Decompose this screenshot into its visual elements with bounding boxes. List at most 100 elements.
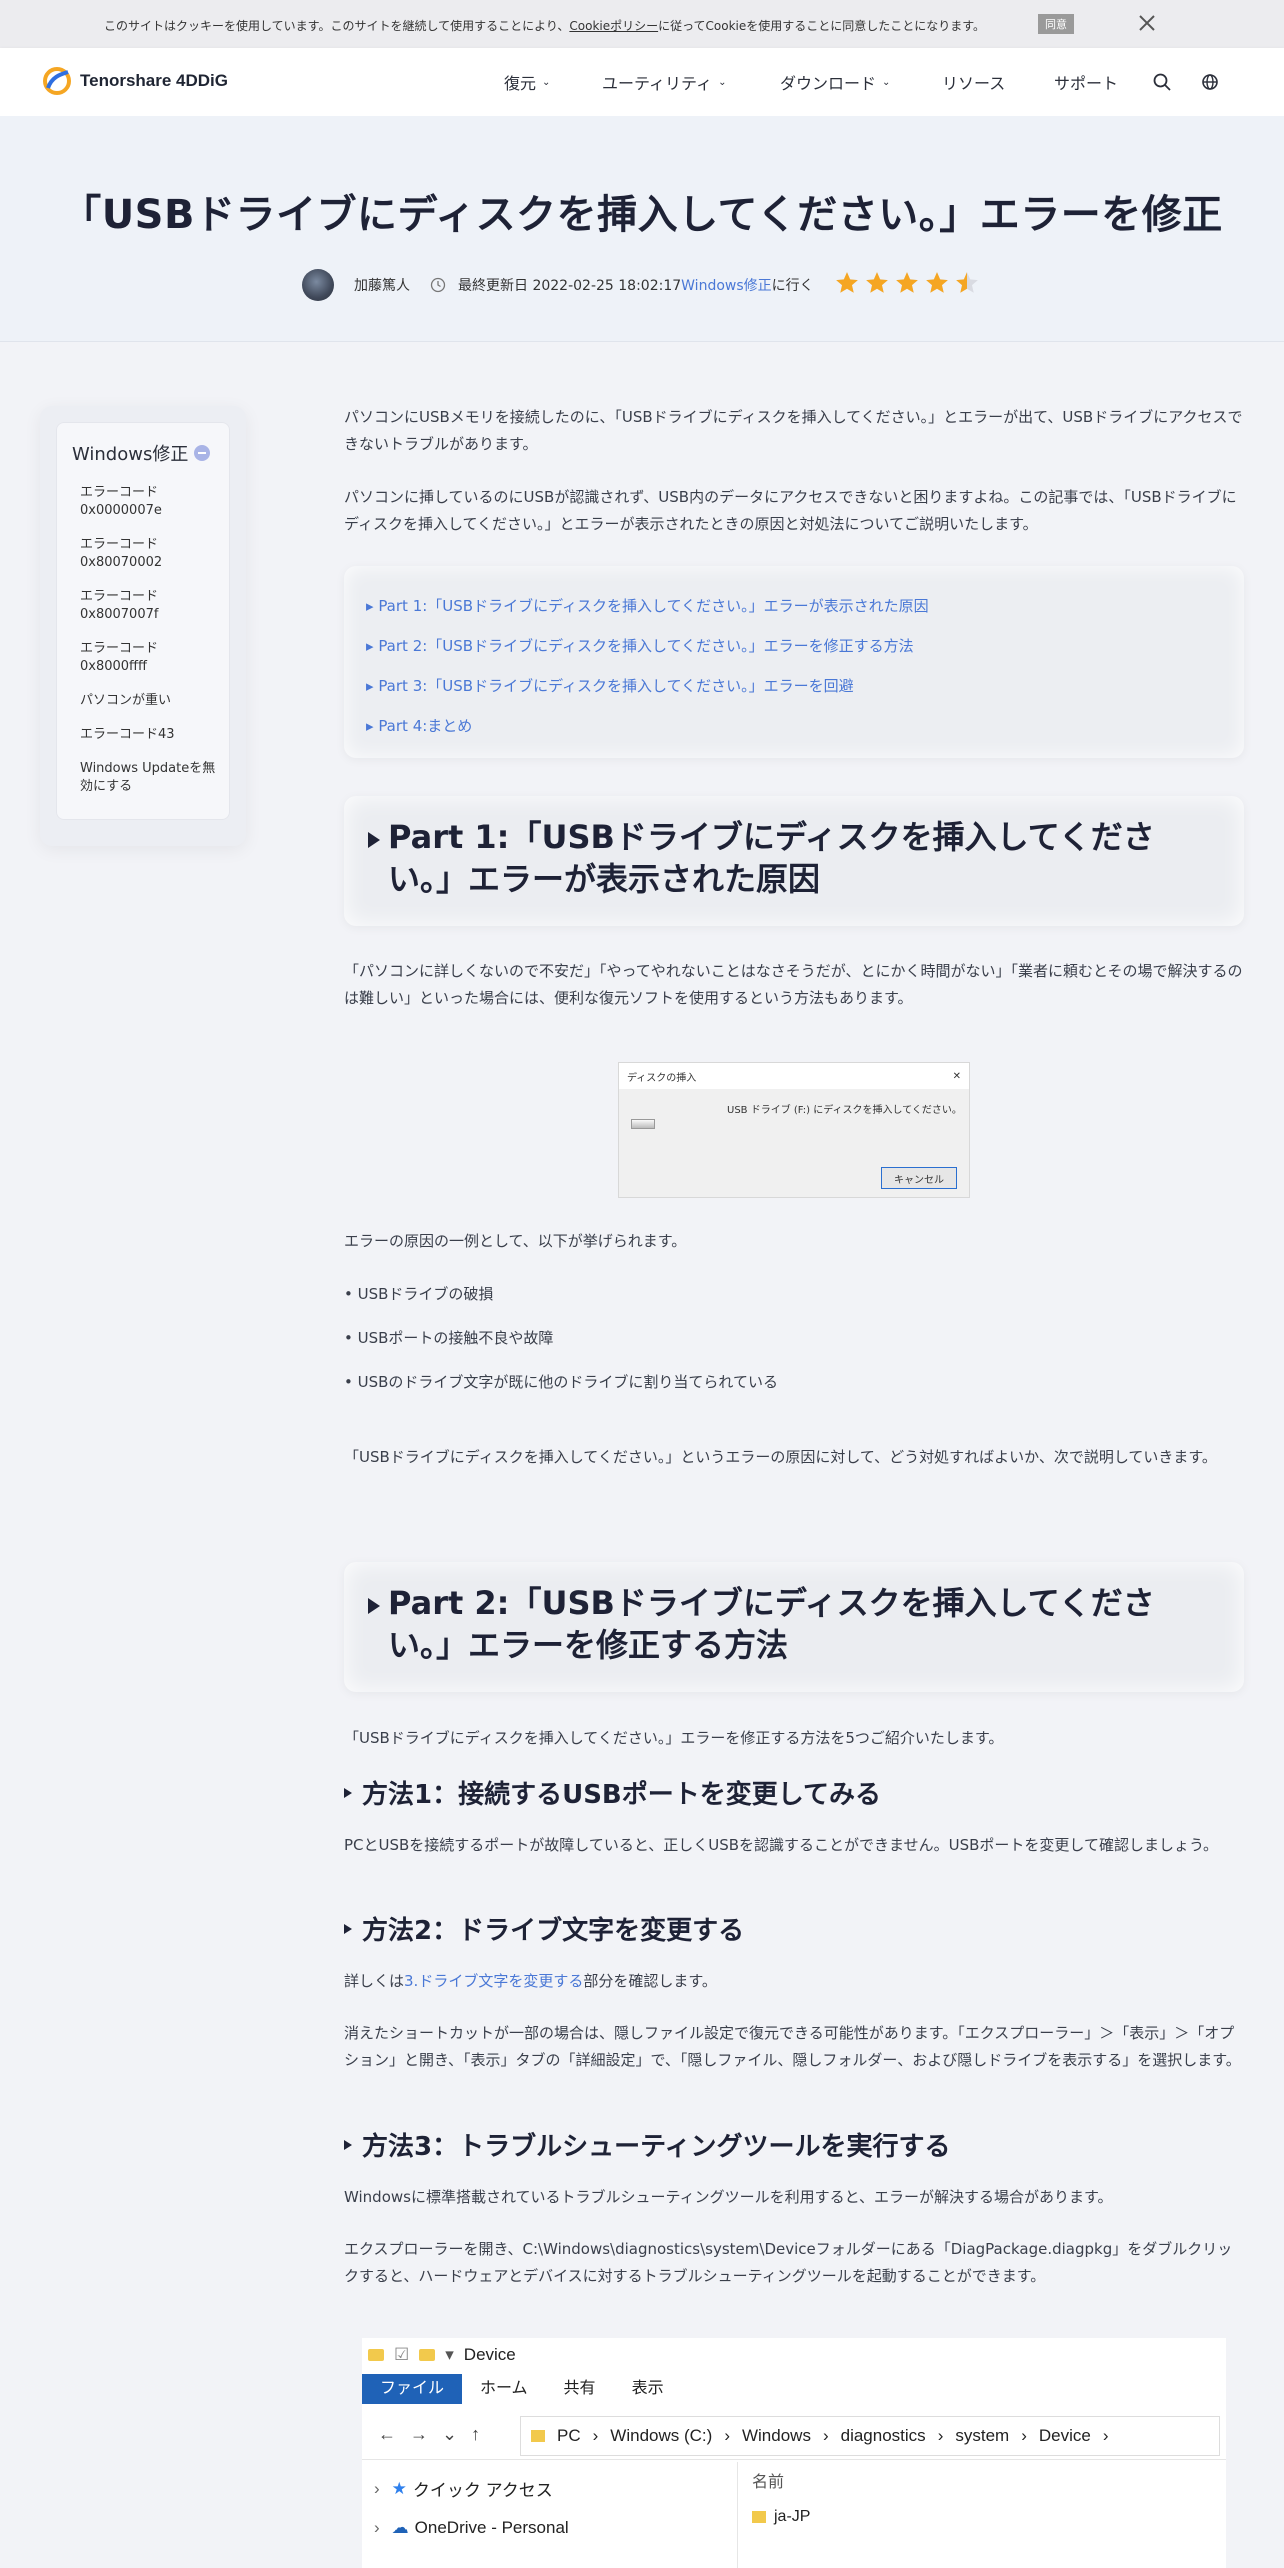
sidebar-item[interactable]: エラーコード43 (80, 726, 220, 744)
sidebar-title[interactable]: Windows修正 (72, 440, 211, 466)
star-icon[interactable] (834, 270, 860, 296)
drive-letter-link[interactable]: 3.ドライブ文字を変更する (404, 1972, 583, 1990)
usb-drive-icon (631, 1119, 655, 1129)
cause-list: USBドライブの破損 USBポートの接触不良や故障 USBのドライブ文字が既に他… (344, 1272, 778, 1404)
sidebar-item[interactable]: エラーコード0x0000007e (80, 484, 220, 520)
list-item: USBのドライブ文字が既に他のドライブに割り当てられている (344, 1360, 778, 1404)
list-item: ja-JP (752, 2508, 810, 2526)
explorer-screenshot: ☑ ▾ Device ファイル ホーム 共有 表示 ←→⌄↑ PC › Windo… (362, 2338, 1226, 2568)
part1-heading: Part 1:「USBドライブにディスクを挿入してください。」エラーが表示された… (388, 818, 1155, 898)
triangle-icon (344, 1923, 352, 1934)
dropdown-icon: ▾ (445, 2345, 454, 2364)
part2-heading: Part 2:「USBドライブにディスクを挿入してください。」エラーを修正する方… (388, 1584, 1155, 1664)
triangle-icon (368, 1598, 380, 1614)
method2-paragraph: 消えたショートカットが一部の場合は、隠しファイル設定で復元できる可能性があります… (344, 2024, 1241, 2069)
close-icon: ✕ (952, 1070, 961, 1082)
method1-heading: 方法1：接続するUSBポートを変更してみる (344, 1774, 881, 1811)
intro-paragraph: パソコンに挿しているのにUSBが認識されず、USB内のデータにアクセスできないと… (344, 488, 1237, 533)
cookie-bar: このサイトはクッキーを使用しています。このサイトを継続して使用することにより、C… (0, 0, 1284, 48)
part1-paragraph: エラーの原因の一例として、以下が挙げられます。 (344, 1232, 687, 1250)
explorer-file-list: 名前 ja-JP (752, 2462, 810, 2526)
address-path: PC › Windows (C:) › Windows › diagnostics › … (520, 2416, 1220, 2456)
sidebar-item[interactable]: エラーコード0x8007007f (80, 588, 220, 624)
part2-paragraph: 「USBドライブにディスクを挿入してください。」エラーを修正する方法を5つご紹介… (344, 1729, 1004, 1747)
part2-heading-box: Part 2:「USBドライブにディスクを挿入してください。」エラーを修正する方… (344, 1562, 1244, 1692)
method3-heading: 方法3：トラブルシューティングツールを実行する (344, 2126, 951, 2163)
star-icon[interactable] (924, 270, 950, 296)
cloud-icon: ☁ (391, 2518, 409, 2537)
star-icon[interactable] (864, 270, 890, 296)
nav-arrows-icon: ←→⌄↑ (378, 2424, 495, 2444)
sidebar-item[interactable]: パソコンが重い (80, 692, 220, 710)
tab-home: ホーム (480, 2380, 528, 2397)
collapse-icon[interactable] (194, 445, 211, 461)
article-meta: 加藤篤人 最終更新日 2022-02-25 18:02:17 Windows修正… (302, 268, 814, 302)
onedrive-item: › ☁ OneDrive - Personal (374, 2518, 569, 2537)
intro-paragraph: パソコンにUSBメモリを接続したのに、「USBドライブにディスクを挿入してくださ… (344, 408, 1243, 453)
category-link[interactable]: Windows修正 (681, 275, 772, 295)
chevron-down-icon: ⌄ (542, 76, 551, 88)
table-of-contents: Part 1:「USBドライブにディスクを挿入してください。」エラーが表示された… (344, 566, 1244, 758)
folder-icon (752, 2511, 766, 2523)
explorer-address-bar: ←→⌄↑ PC › Windows (C:) › Windows › diagnost… (362, 2410, 1226, 2460)
star-icon[interactable] (954, 270, 980, 296)
triangle-icon (344, 1787, 352, 1798)
column-header: 名前 (752, 2474, 785, 2491)
chevron-down-icon: ⌄ (718, 76, 727, 88)
explorer-ribbon-tabs: ファイル ホーム 共有 表示 (362, 2374, 682, 2404)
method1-paragraph: PCとUSBを接続するポートが故障していると、正しくUSBを認識することができま… (344, 1836, 1219, 1854)
clock-icon (430, 277, 446, 293)
page-title: 「USBドライブにディスクを挿入してください。」エラーを修正 (61, 192, 1223, 238)
sidebar-item[interactable]: エラーコード0x80070002 (80, 536, 220, 572)
nav-download[interactable]: ダウンロード ⌄ (780, 48, 890, 116)
tab-file: ファイル (362, 2374, 463, 2404)
toc-link[interactable]: Part 3:「USBドライブにディスクを挿入してください。」エラーを回避 (366, 666, 1244, 706)
dialog-titlebar: ディスクの挿入 ✕ (619, 1063, 969, 1089)
brand-name: Tenorshare 4DDiG (80, 71, 229, 90)
nav-recovery[interactable]: 復元 ⌄ (504, 48, 550, 116)
folder-icon (368, 2349, 384, 2361)
cookie-policy-link[interactable]: Cookieポリシー (569, 19, 658, 33)
sidebar-item[interactable]: エラーコード0x8000ffff (80, 640, 220, 676)
cookie-agree-button[interactable]: 同意 (1038, 14, 1074, 34)
sidebar-item[interactable]: Windows Updateを無効にする (80, 760, 220, 796)
star-icon[interactable] (894, 270, 920, 296)
brand-logo-icon (43, 67, 71, 95)
quick-access-item: › ★ クイック アクセス (374, 2478, 553, 2501)
logo[interactable]: Tenorshare 4DDiG (42, 66, 228, 96)
part1-paragraph: 「パソコンに詳しくないので不安だ」「やってやれないことはなさそうだが、とにかく時… (344, 962, 1243, 1007)
dialog-cancel-button: キャンセル (881, 1167, 957, 1189)
rating-stars[interactable] (834, 270, 980, 296)
method2-paragraph: 詳しくは3.ドライブ文字を変更する部分を確認します。 (344, 1972, 717, 1990)
tab-share: 共有 (563, 2380, 596, 2397)
toc-link[interactable]: Part 2:「USBドライブにディスクを挿入してください。」エラーを修正する方… (366, 626, 1244, 666)
star-icon: ★ (391, 2478, 407, 2498)
chevron-down-icon: ⌄ (882, 76, 891, 88)
search-icon[interactable] (1152, 72, 1172, 92)
list-item: USBポートの接触不良や故障 (344, 1316, 778, 1360)
method2-heading: 方法2：ドライブ文字を変更する (344, 1910, 744, 1947)
triangle-icon (344, 2139, 352, 2150)
nav-support[interactable]: サポート (1054, 48, 1118, 116)
folder-icon (531, 2430, 545, 2442)
triangle-icon (368, 832, 380, 848)
explorer-titlebar: ☑ ▾ Device (362, 2338, 516, 2372)
article-body: パソコンにUSBメモリを接続したのに、「USBドライブにディスクを挿入してくださ… (344, 404, 1244, 538)
list-item: USBドライブの破損 (344, 1272, 778, 1316)
globe-icon[interactable] (1200, 72, 1220, 92)
toc-link[interactable]: Part 1:「USBドライブにディスクを挿入してください。」エラーが表示された… (366, 586, 1244, 626)
nav-resources[interactable]: リソース (942, 48, 1005, 116)
cookie-text: このサイトはクッキーを使用しています。このサイトを継続して使用することにより、C… (104, 19, 986, 33)
method3-paragraph: エクスプローラーを開き、C:\Windows\diagnostics\syste… (344, 2240, 1233, 2285)
explorer-nav-pane: › ★ クイック アクセス › ☁ OneDrive - Personal (362, 2462, 738, 2568)
close-icon[interactable] (1136, 12, 1158, 34)
method3-paragraph: Windowsに標準搭載されているトラブルシューティングツールを利用すると、エラ… (344, 2188, 1113, 2206)
toc-link[interactable]: Part 4:まとめ (366, 706, 1244, 746)
part1-heading-box: Part 1:「USBドライブにディスクを挿入してください。」エラーが表示された… (344, 796, 1244, 926)
dialog-message: USB ドライブ (F:) にディスクを挿入してください。 (727, 1105, 962, 1116)
author-name[interactable]: 加藤篤人 (354, 275, 410, 295)
nav-utility[interactable]: ユーティリティ ⌄ (602, 48, 726, 116)
part1-paragraph: 「USBドライブにディスクを挿入してください。」というエラーの原因に対して、どう… (344, 1448, 1217, 1466)
checkbox-icon: ☑ (394, 2345, 410, 2364)
folder-icon (419, 2349, 436, 2361)
